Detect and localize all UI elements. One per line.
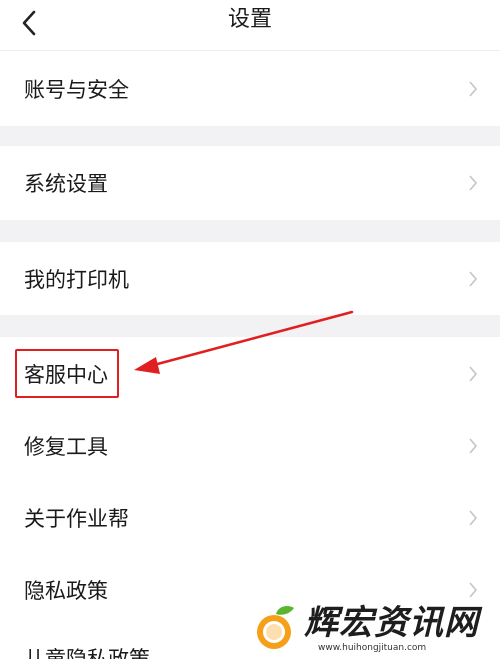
settings-item-label: 账号与安全: [24, 77, 129, 102]
settings-item-about[interactable]: 关于作业帮: [0, 482, 500, 554]
watermark-url: www.huihongjituan.com: [318, 643, 427, 653]
settings-item-label: 系统设置: [24, 172, 108, 196]
chevron-right-icon: [469, 270, 478, 287]
settings-item-label: 修复工具: [24, 435, 108, 459]
section-gap: [0, 220, 500, 242]
highlight-box: [15, 349, 119, 398]
chevron-right-icon: [469, 582, 478, 598]
settings-item-system-settings[interactable]: 系统设置: [0, 146, 500, 220]
chevron-right-icon: [469, 175, 478, 191]
watermark: 辉宏资讯网 www.huihongjituan.com: [250, 600, 500, 659]
top-bar: 设置: [0, 0, 500, 51]
section-gap: [0, 126, 500, 146]
section-gap: [0, 315, 500, 337]
orange-logo-icon: [257, 606, 294, 649]
settings-item-my-printer[interactable]: 我的打印机: [0, 242, 500, 315]
settings-item-label: 我的打印机: [24, 267, 129, 292]
watermark-brand: 辉宏资讯网: [304, 603, 479, 643]
settings-item-account-security[interactable]: 账号与安全: [0, 51, 500, 126]
chevron-right-icon: [469, 438, 478, 454]
settings-item-repair-tools[interactable]: 修复工具: [0, 410, 500, 482]
settings-item-label: 儿童隐私政策: [24, 647, 150, 659]
settings-item-label: 关于作业帮: [24, 507, 129, 531]
chevron-right-icon: [469, 365, 478, 382]
chevron-right-icon: [469, 80, 478, 97]
settings-item-label: 隐私政策: [24, 579, 108, 603]
chevron-right-icon: [469, 510, 478, 526]
page-title: 设置: [227, 7, 272, 32]
